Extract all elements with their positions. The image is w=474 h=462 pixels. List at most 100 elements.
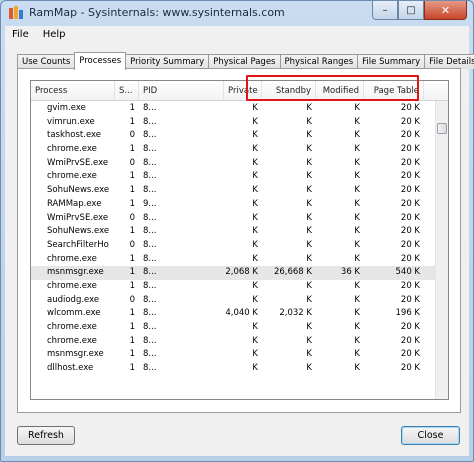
cell-standby: K (306, 116, 312, 127)
cell-session: 1 (129, 171, 135, 182)
refresh-button[interactable]: Refresh (17, 426, 75, 445)
cell-modified: K (354, 103, 360, 113)
cell-modified: K (354, 308, 360, 319)
maximize-button[interactable]: □ (398, 1, 424, 20)
process-list[interactable]: Process S... PID Private Standby Modifie… (30, 80, 449, 400)
processes-panel: Process S... PID Private Standby Modifie… (17, 68, 461, 413)
cell-session: 1 (129, 363, 135, 374)
cell-page-table: 20 K (400, 212, 420, 223)
table-row[interactable]: chrome.exe 1 8... K K K 20 K (31, 321, 437, 335)
cell-process: taskhost.exe (47, 130, 102, 141)
cell-process: chrome.exe (47, 280, 97, 291)
column-header-process[interactable]: Process (31, 81, 115, 101)
vertical-scrollbar[interactable] (435, 101, 448, 399)
cell-modified: K (354, 185, 360, 196)
cell-private: K (252, 116, 258, 127)
table-row[interactable]: msnmsgr.exe 1 8... K K K 20 K (31, 348, 437, 362)
column-header-page-table[interactable]: Page Table (364, 81, 424, 101)
cell-modified: K (354, 335, 360, 346)
column-header-modified[interactable]: Modified (316, 81, 364, 101)
table-row[interactable]: SohuNews.exe 1 8... K K K 20 K (31, 184, 437, 198)
cell-pid: 8... (143, 349, 157, 360)
cell-standby: K (306, 198, 312, 209)
cell-private: K (252, 144, 258, 155)
table-row[interactable]: WmiPrvSE.exe 0 8... K K K 20 K (31, 157, 437, 171)
title-bar[interactable]: RamMap - Sysinternals: www.sysinternals.… (1, 1, 473, 25)
tab-file-summary[interactable]: File Summary (357, 54, 426, 69)
table-row[interactable]: RAMMap.exe 1 9... K K K 20 K (31, 198, 437, 212)
cell-process: chrome.exe (47, 171, 97, 182)
cell-standby: K (306, 185, 312, 196)
cell-standby: 26,668 K (273, 267, 312, 278)
cell-private: K (252, 322, 258, 332)
cell-pid: 8... (143, 294, 157, 305)
table-row[interactable]: chrome.exe 1 8... K K K 20 K (31, 335, 437, 349)
cell-process: RAMMap.exe (47, 198, 102, 209)
tab-use-counts[interactable]: Use Counts (17, 54, 76, 69)
cell-session: 1 (129, 308, 135, 319)
table-row[interactable]: chrome.exe 1 8... K K K 20 K (31, 170, 437, 184)
table-row[interactable]: taskhost.exe 0 8... K K K 20 K (31, 129, 437, 143)
table-row[interactable]: chrome.exe 1 8... K K K 20 K (31, 143, 437, 157)
cell-modified: K (354, 157, 360, 168)
cell-modified: K (354, 212, 360, 223)
cell-pid: 8... (143, 322, 157, 332)
cell-private: K (252, 253, 258, 264)
table-row[interactable]: dllhost.exe 1 8... K K K 20 K (31, 362, 437, 376)
cell-process: SearchFilterHo (47, 239, 109, 250)
cell-modified: 36 K (340, 267, 360, 278)
cell-private: K (252, 130, 258, 141)
window-controls: – □ ✕ (372, 1, 467, 20)
cell-standby: K (306, 226, 312, 237)
table-row[interactable]: audiodg.exe 0 8... K K K 20 K (31, 294, 437, 308)
cell-page-table: 196 K (395, 308, 421, 319)
tab-physical-ranges[interactable]: Physical Ranges (279, 54, 359, 69)
table-row[interactable]: wlcomm.exe 1 8... 4,040 K 2,032 K K 196 K (31, 307, 437, 321)
cell-page-table: 20 K (400, 294, 420, 305)
table-row[interactable]: WmiPrvSE.exe 0 8... K K K 20 K (31, 212, 437, 226)
cell-private: 2,068 K (225, 267, 258, 278)
close-button[interactable]: Close (401, 426, 460, 445)
cell-process: WmiPrvSE.exe (47, 212, 109, 223)
cell-process: SohuNews.exe (47, 185, 110, 196)
column-header-session[interactable]: S... (115, 81, 139, 101)
tab-processes[interactable]: Processes (74, 52, 127, 70)
table-row[interactable]: chrome.exe 1 8... K K K 20 K (31, 280, 437, 294)
cell-pid: 8... (143, 157, 157, 168)
cell-process: msnmsgr.exe (47, 349, 104, 360)
column-header-pid[interactable]: PID (139, 81, 224, 101)
menu-help[interactable]: Help (36, 29, 73, 40)
cell-page-table: 20 K (400, 322, 420, 332)
list-header: Process S... PID Private Standby Modifie… (31, 81, 448, 101)
cell-page-table: 20 K (400, 116, 420, 127)
cell-session: 1 (129, 349, 135, 360)
menu-file[interactable]: File (5, 29, 36, 40)
table-row[interactable]: chrome.exe 1 8... K K K 20 K (31, 253, 437, 267)
cell-process: audiodg.exe (47, 294, 100, 305)
tab-priority-summary[interactable]: Priority Summary (125, 54, 210, 69)
cell-modified: K (354, 280, 360, 291)
cell-process: dllhost.exe (47, 363, 94, 374)
close-window-button[interactable]: ✕ (424, 1, 467, 20)
minimize-button[interactable]: – (372, 1, 398, 20)
cell-modified: K (354, 144, 360, 155)
cell-page-table: 20 K (400, 226, 420, 237)
table-row[interactable]: SohuNews.exe 1 8... K K K 20 K (31, 225, 437, 239)
column-header-private[interactable]: Private (224, 81, 262, 101)
cell-standby: K (306, 239, 312, 250)
tab-file-details[interactable]: File Details (424, 54, 474, 69)
table-row[interactable]: msnmsgr.exe 1 8... 2,068 K 26,668 K 36 K 540 K (31, 266, 437, 280)
cell-pid: 8... (143, 171, 157, 182)
table-row[interactable]: vimrun.exe 1 8... K K K 20 K (31, 116, 437, 130)
cell-page-table: 20 K (400, 198, 420, 209)
table-row[interactable]: SearchFilterHo 0 8... K K K 20 K (31, 239, 437, 253)
table-row[interactable]: gvim.exe 1 8... K K K 20 K (31, 102, 437, 116)
cell-private: K (252, 185, 258, 196)
column-header-standby[interactable]: Standby (262, 81, 316, 101)
cell-pid: 8... (143, 116, 157, 127)
cell-session: 1 (129, 144, 135, 155)
tab-physical-pages[interactable]: Physical Pages (208, 54, 281, 69)
scrollbar-thumb[interactable] (437, 123, 447, 134)
cell-pid: 8... (143, 130, 157, 141)
cell-session: 1 (129, 280, 135, 291)
